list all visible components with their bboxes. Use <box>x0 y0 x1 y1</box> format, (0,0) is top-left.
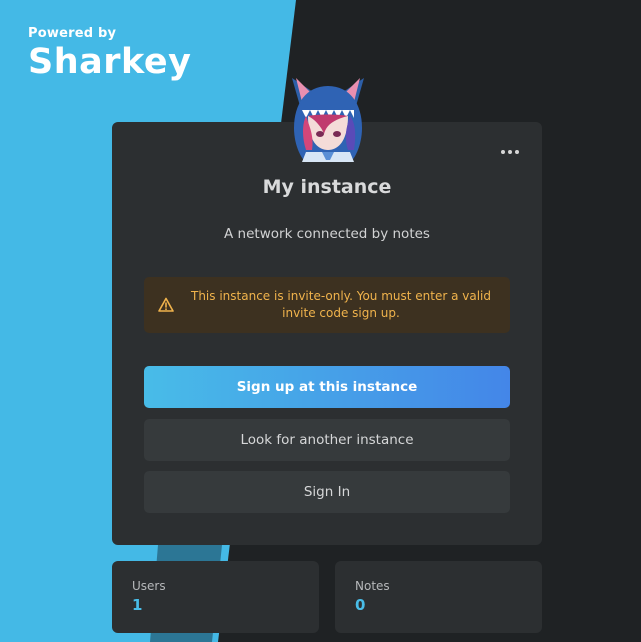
welcome-page: Powered by Sharkey My instance A network… <box>0 0 641 642</box>
invite-only-text: This instance is invite-only. You must e… <box>191 289 491 320</box>
notes-stat-value: 0 <box>355 596 366 614</box>
users-stat-card: Users 1 <box>112 561 319 633</box>
warning-icon <box>158 297 174 312</box>
sign-up-button[interactable]: Sign up at this instance <box>144 366 510 408</box>
brand-logo-text: Sharkey <box>28 42 192 82</box>
invite-only-notice: This instance is invite-only. You must e… <box>144 277 510 333</box>
powered-by-label: Powered by <box>28 26 117 41</box>
look-for-another-instance-button[interactable]: Look for another instance <box>144 419 510 461</box>
users-stat-label: Users <box>132 579 166 593</box>
notes-stat-label: Notes <box>355 579 390 593</box>
instance-description: A network connected by notes <box>224 226 430 242</box>
notes-stat-card: Notes 0 <box>335 561 542 633</box>
more-options-button[interactable] <box>498 138 522 162</box>
users-stat-value: 1 <box>132 596 143 614</box>
powered-by-branding: Powered by Sharkey <box>28 26 191 82</box>
more-dots-icon <box>501 150 519 154</box>
shark-hood-avatar <box>292 78 364 162</box>
sign-in-button[interactable]: Sign In <box>144 471 510 513</box>
instance-name: My instance <box>262 176 392 198</box>
